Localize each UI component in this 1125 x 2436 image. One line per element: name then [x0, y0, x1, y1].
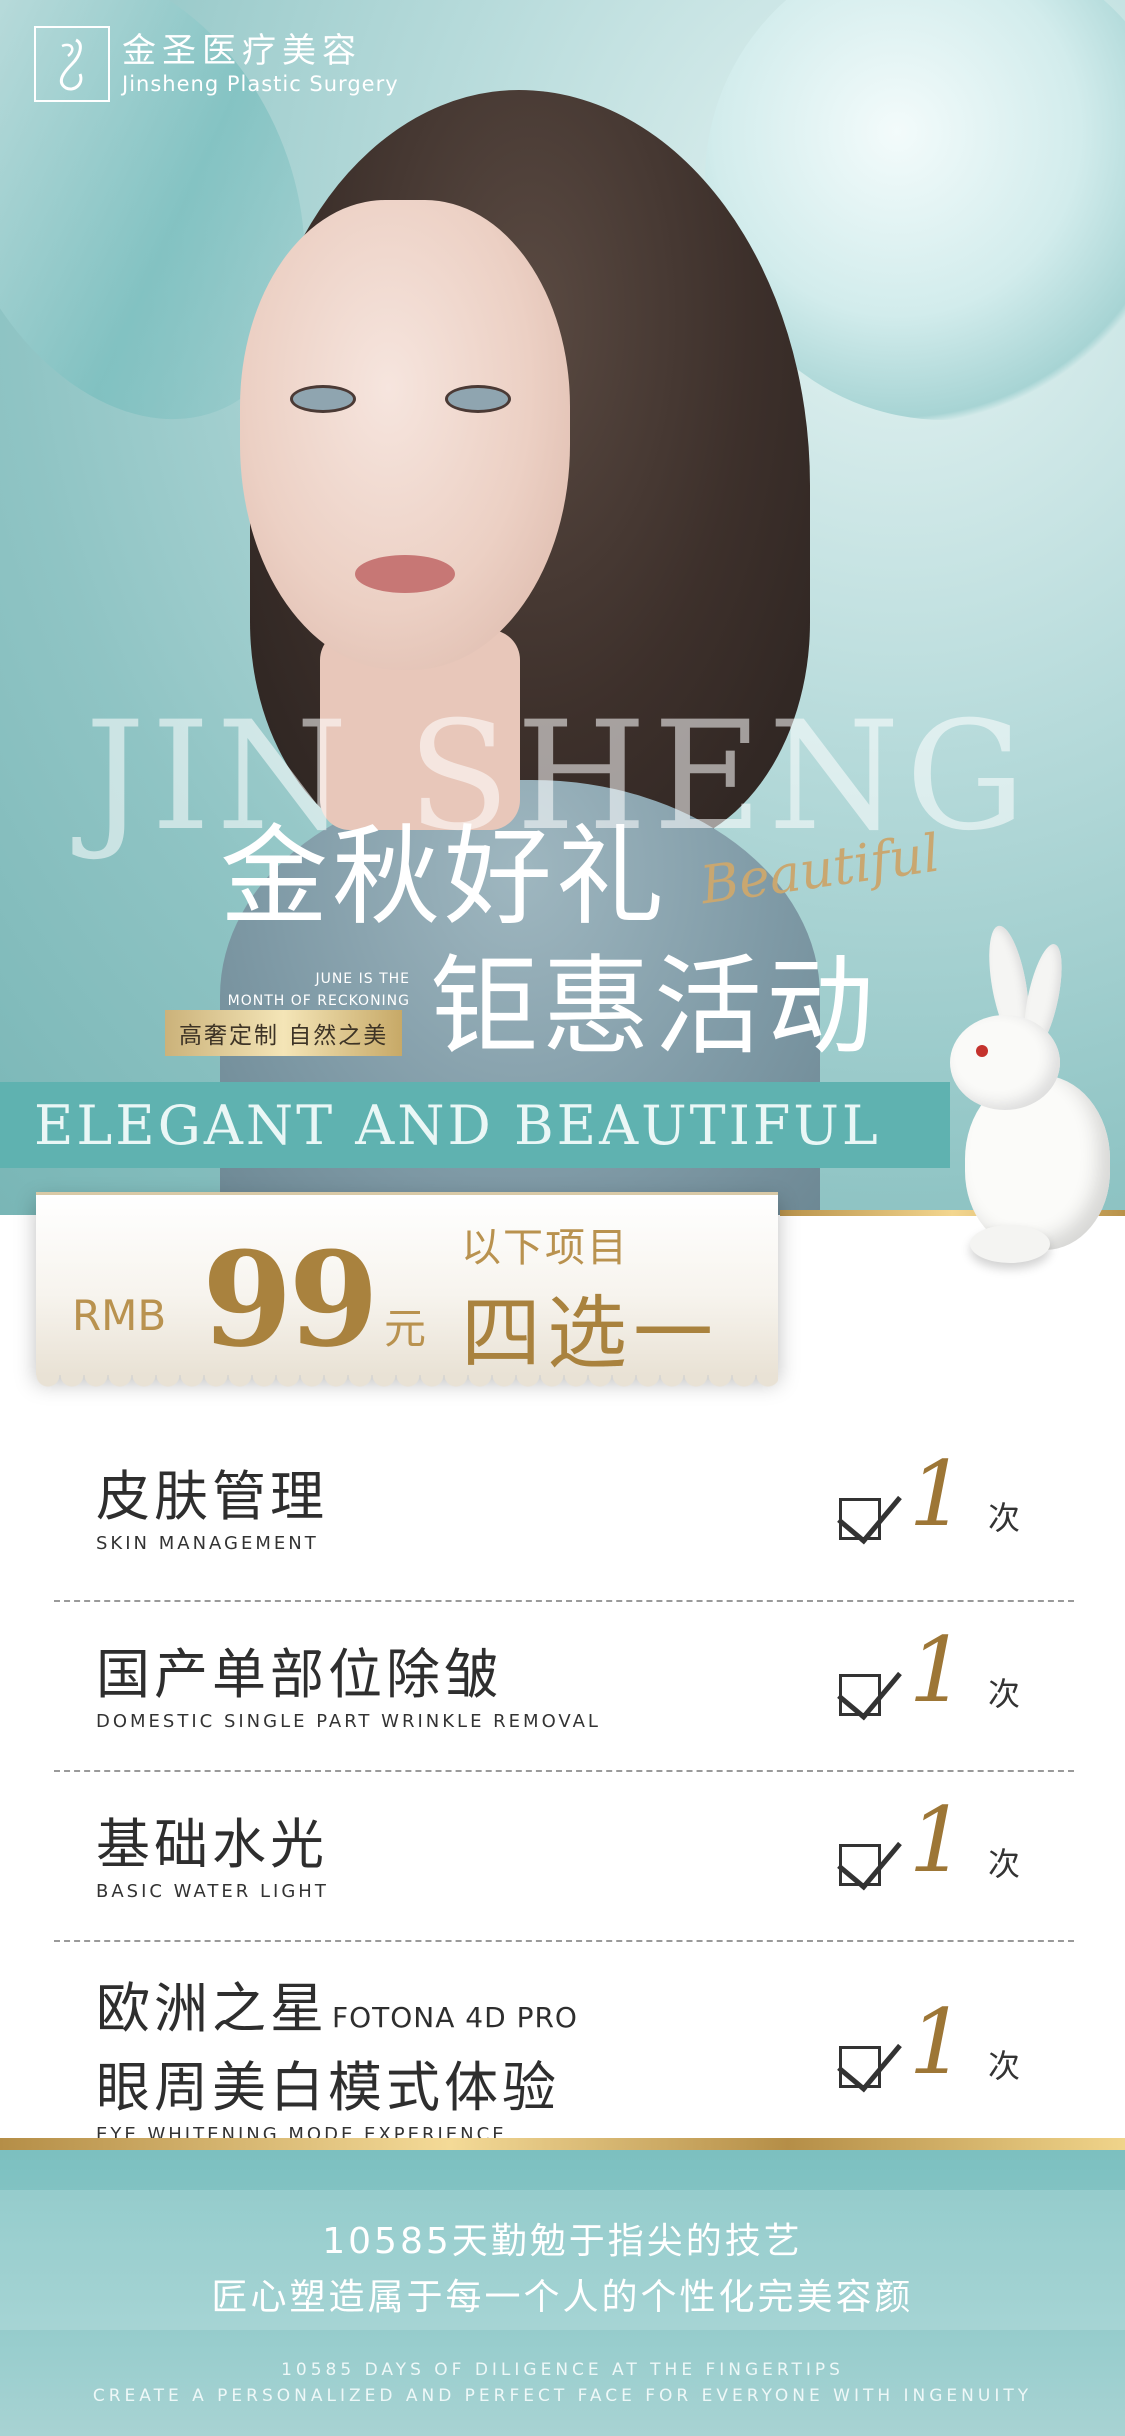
- checkbox-icon: [836, 2024, 902, 2093]
- headline-line2: 钜惠活动: [430, 945, 879, 1070]
- portrait-eye-right: [445, 385, 511, 413]
- tagline-en-line1: JUNE IS THE: [315, 971, 410, 987]
- price-card: RMB 99 元 以下项目 四选一: [36, 1192, 778, 1389]
- brand-name-en: Jinsheng Plastic Surgery: [122, 72, 399, 96]
- price-unit: 元: [384, 1304, 427, 1353]
- item-name-en: SKIN MANAGEMENT: [96, 1533, 319, 1554]
- item-count: 1 次: [836, 1990, 1020, 2095]
- price-subtitle: 以下项目: [461, 1225, 629, 1271]
- item-list: 皮肤管理 SKIN MANAGEMENT 1 次 国产单部位除皱 DOMESTI…: [54, 1430, 1074, 2162]
- count-value: 1: [908, 1618, 966, 1723]
- logo-monogram-icon: [34, 26, 110, 102]
- item-name-en: DOMESTIC SINGLE PART WRINKLE REMOVAL: [96, 1711, 601, 1732]
- item-name-cn-line2: 眼周美白模式体验: [96, 2056, 560, 2119]
- rabbit-figurine: [940, 922, 1115, 1285]
- portrait-face: [240, 200, 570, 670]
- brand-name-cn: 金圣医疗美容: [122, 31, 362, 71]
- banner-strip: ELEGANT AND BEAUTIFUL: [0, 1082, 950, 1168]
- portrait-lips: [355, 555, 455, 593]
- item-name-cn-line1: 欧洲之星 FOTONA 4D PRO: [96, 1977, 578, 2040]
- footer-slogan-en-1: 10585 DAYS OF DILIGENCE AT THE FINGERTIP…: [281, 2360, 844, 2380]
- count-value: 1: [908, 1788, 966, 1893]
- footer-slogan-cn-2: 匠心塑造属于每一个人的个性化完美容颜: [211, 2277, 914, 2318]
- tagline-en-line2: MONTH OF RECKONING: [227, 993, 410, 1009]
- poster: JIN SHENG 金圣医疗美容 Jinsheng Plastic Surger…: [0, 0, 1125, 2436]
- list-item: 皮肤管理 SKIN MANAGEMENT 1 次: [54, 1430, 1074, 1602]
- item-count: 1 次: [836, 1442, 1020, 1547]
- list-item: 国产单部位除皱 DOMESTIC SINGLE PART WRINKLE REM…: [54, 1602, 1074, 1772]
- list-item: 基础水光 BASIC WATER LIGHT 1 次: [54, 1772, 1074, 1942]
- list-item: 欧洲之星 FOTONA 4D PRO 眼周美白模式体验 EYE WHITENING…: [54, 1942, 1074, 2162]
- count-unit: 次: [987, 1499, 1020, 1537]
- count-value: 1: [908, 1990, 966, 2095]
- portrait-eye-left: [290, 385, 356, 413]
- footer: 10585天勤勉于指尖的技艺 匠心塑造属于每一个人的个性化完美容颜 10585 …: [0, 2150, 1125, 2436]
- checkbox-icon: [836, 1652, 902, 1721]
- item-count: 1 次: [836, 1788, 1020, 1893]
- price-choice: 四选一: [461, 1287, 719, 1380]
- count-value: 1: [908, 1442, 966, 1547]
- checkbox-icon: [836, 1476, 902, 1545]
- tagline-en: JUNE IS THE MONTH OF RECKONING: [175, 968, 410, 1012]
- rabbit-eye: [976, 1045, 988, 1057]
- checkbox-icon: [836, 1822, 902, 1891]
- item-name-en: BASIC WATER LIGHT: [96, 1881, 329, 1902]
- price-currency: RMB: [72, 1291, 167, 1340]
- item-name-cn: 基础水光: [96, 1813, 328, 1876]
- footer-slogan-en-2: CREATE A PERSONALIZED AND PERFECT FACE F…: [92, 2386, 1033, 2406]
- count-unit: 次: [987, 2047, 1020, 2085]
- gold-divider-bottom: [0, 2138, 1125, 2150]
- count-unit: 次: [987, 1675, 1020, 1713]
- brand-logo: 金圣医疗美容 Jinsheng Plastic Surgery: [34, 26, 399, 102]
- count-unit: 次: [987, 1845, 1020, 1883]
- footer-slogan-cn-1: 10585天勤勉于指尖的技艺: [322, 2221, 803, 2262]
- banner-text: ELEGANT AND BEAUTIFUL: [34, 1094, 881, 1157]
- item-count: 1 次: [836, 1618, 1020, 1723]
- item-name-cn: 皮肤管理: [96, 1465, 328, 1528]
- item-model-name: FOTONA 4D PRO: [332, 2001, 578, 2034]
- item-name-cn: 国产单部位除皱: [96, 1643, 502, 1706]
- tagline-badge: 高奢定制 自然之美: [165, 1010, 403, 1056]
- price-amount: 99: [202, 1223, 379, 1376]
